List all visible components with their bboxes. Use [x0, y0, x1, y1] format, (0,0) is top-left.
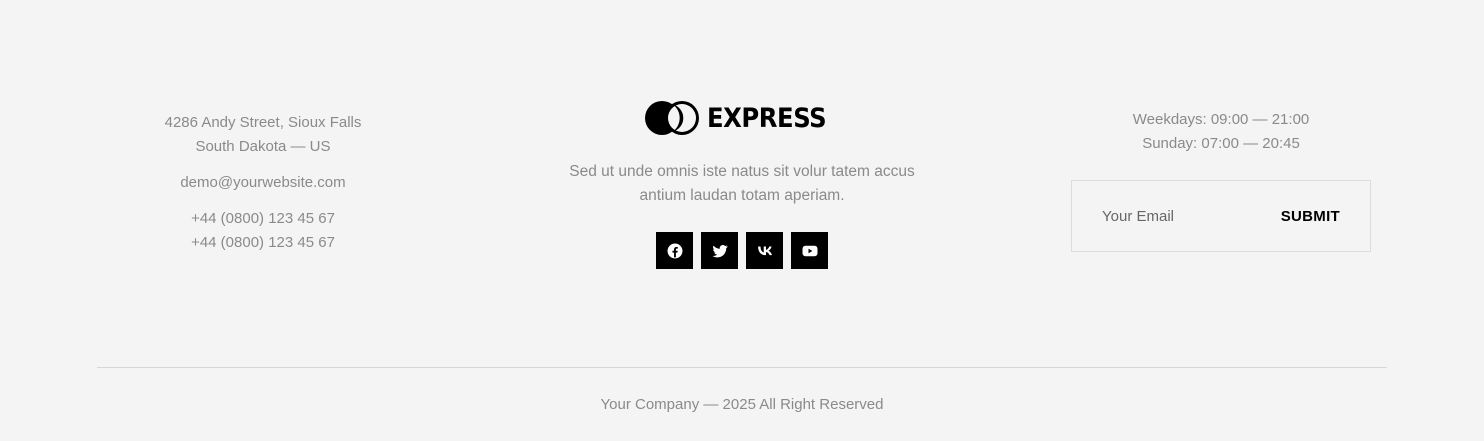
phone-number-2[interactable]: +44 (0800) 123 45 67: [113, 231, 413, 255]
footer-divider: [97, 367, 1387, 368]
tagline-line-2: antium laudan totam aperiam.: [639, 187, 845, 204]
email-input[interactable]: [1072, 195, 1274, 237]
facebook-icon: [667, 243, 682, 258]
phone-number-1[interactable]: +44 (0800) 123 45 67: [113, 207, 413, 231]
subscribe-form: SUBMIT: [1071, 180, 1371, 252]
vk-icon: [757, 246, 772, 255]
tagline-line-1: Sed ut unde omnis iste natus sit volur t…: [569, 163, 915, 180]
brand-tagline: Sed ut unde omnis iste natus sit volur t…: [540, 160, 944, 208]
sunday-hours: Sunday: 07:00 — 20:45: [1142, 135, 1300, 152]
brand-block: EXPRESS Sed ut unde omnis iste natus sit…: [540, 98, 944, 269]
address-line-2: South Dakota — US: [195, 138, 331, 155]
submit-button[interactable]: SUBMIT: [1281, 208, 1340, 225]
social-links: [540, 232, 944, 269]
contact-info: 4286 Andy Street, Sioux Falls South Dako…: [113, 111, 413, 255]
brand-name: EXPRESS: [706, 102, 827, 134]
address-line-1: 4286 Andy Street, Sioux Falls: [164, 114, 362, 131]
copyright-text: Your Company — 2025 All Right Reserved: [600, 396, 884, 413]
twitter-icon: [712, 244, 728, 257]
logo[interactable]: EXPRESS: [644, 98, 839, 138]
opening-hours: Weekdays: 09:00 — 21:00 Sunday: 07:00 — …: [1071, 108, 1371, 156]
youtube-button[interactable]: [791, 232, 828, 269]
address: 4286 Andy Street, Sioux Falls South Dako…: [113, 111, 413, 159]
site-footer: 4286 Andy Street, Sioux Falls South Dako…: [0, 0, 1484, 441]
youtube-icon: [802, 245, 817, 256]
facebook-button[interactable]: [656, 232, 693, 269]
contact-email[interactable]: demo@yourwebsite.com: [113, 171, 413, 195]
hours-and-subscribe: Weekdays: 09:00 — 21:00 Sunday: 07:00 — …: [1071, 108, 1371, 252]
weekdays-hours: Weekdays: 09:00 — 21:00: [1132, 111, 1310, 128]
phone-numbers: +44 (0800) 123 45 67 +44 (0800) 123 45 6…: [113, 207, 413, 255]
logo-mark-icon: [644, 101, 699, 135]
twitter-button[interactable]: [701, 232, 738, 269]
vk-button[interactable]: [746, 232, 783, 269]
